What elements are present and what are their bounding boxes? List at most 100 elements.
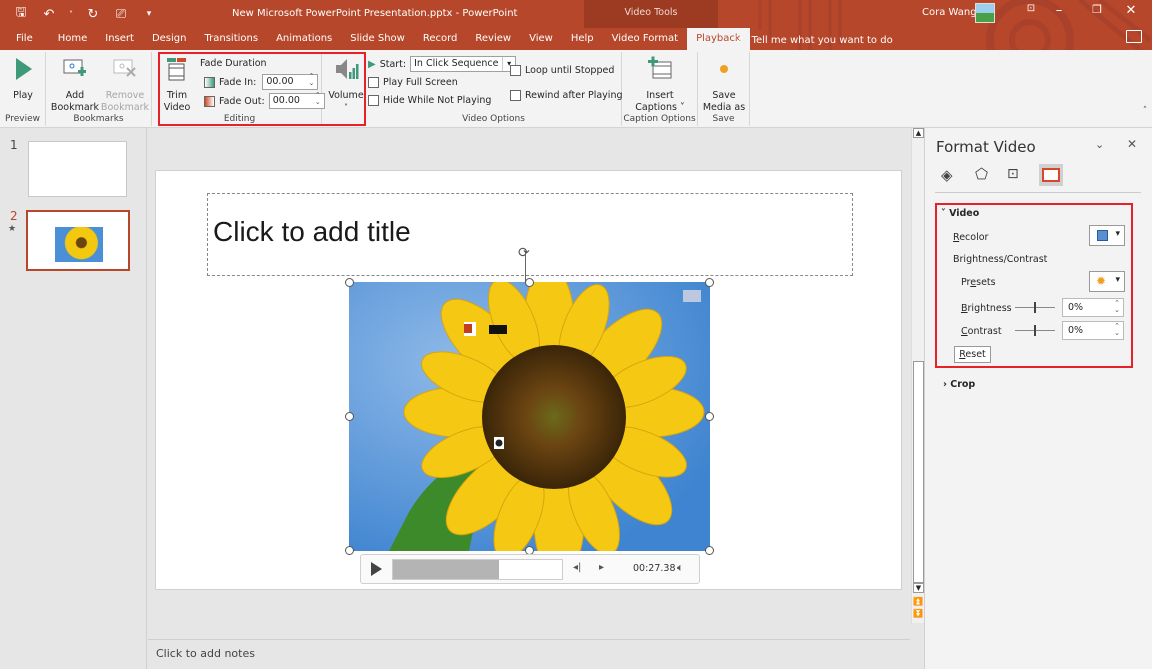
video-play-icon[interactable] bbox=[371, 562, 382, 576]
next-slide-icon[interactable]: ⏬ bbox=[913, 609, 923, 618]
loop-until-stopped-checkbox[interactable]: Loop until Stopped bbox=[510, 65, 614, 76]
fill-line-icon[interactable]: ◈ bbox=[941, 166, 953, 184]
rewind-after-playing-checkbox[interactable]: Rewind after Playing bbox=[510, 90, 623, 101]
add-bookmark-icon bbox=[63, 59, 86, 76]
loop-until-stopped-check[interactable] bbox=[510, 65, 521, 76]
save-icon[interactable]: 🖫 bbox=[12, 3, 30, 25]
sunflower-image bbox=[349, 282, 710, 551]
save-media-icon bbox=[720, 65, 728, 73]
crop-section-header[interactable]: › Crop bbox=[943, 379, 975, 390]
tell-me-search[interactable]: 💡︎ Tell me what you want to do bbox=[734, 28, 893, 50]
close-icon[interactable]: ✕ bbox=[1116, 3, 1146, 18]
slide-editor: Click to add title ⟳ ◂| ▸ 00:27.38 🔈︎ bbox=[148, 128, 910, 638]
redo-icon[interactable]: ↻ bbox=[84, 7, 102, 22]
video-timeline[interactable] bbox=[392, 559, 563, 580]
tab-review[interactable]: Review bbox=[466, 28, 520, 50]
resize-handle-top[interactable] bbox=[525, 278, 534, 287]
hide-while-not-playing-checkbox[interactable]: Hide While Not Playing bbox=[368, 95, 491, 106]
play-full-screen-checkbox[interactable]: Play Full Screen bbox=[368, 77, 458, 88]
tab-design[interactable]: Design bbox=[143, 28, 196, 50]
avatar[interactable] bbox=[975, 3, 995, 23]
tab-animations[interactable]: Animations bbox=[267, 28, 341, 50]
tab-view[interactable]: View bbox=[520, 28, 562, 50]
customize-qat-icon[interactable]: ▾ bbox=[140, 9, 158, 19]
slide-thumbnail-2[interactable] bbox=[26, 210, 130, 271]
fade-in-row: Fade In: 00.00 bbox=[204, 73, 319, 90]
tab-insert[interactable]: Insert bbox=[96, 28, 143, 50]
quick-access-toolbar: 🖫 ↶ ˅ ↻ ⎚ ▾ bbox=[12, 4, 158, 24]
step-back-icon[interactable]: ◂| bbox=[573, 562, 581, 573]
collapse-ribbon-icon[interactable]: ˄ bbox=[1130, 106, 1152, 116]
resize-handle-top-left[interactable] bbox=[345, 278, 354, 287]
video-section-header[interactable]: ˅ Video bbox=[941, 208, 979, 219]
play-full-screen-check[interactable] bbox=[368, 77, 379, 88]
video-frame[interactable] bbox=[349, 282, 710, 551]
scroll-up-icon[interactable]: ▲ bbox=[913, 128, 924, 138]
minimize-icon[interactable]: – bbox=[1044, 3, 1074, 18]
brightness-slider[interactable] bbox=[1015, 302, 1055, 313]
scroll-down-icon[interactable]: ▼ bbox=[913, 583, 924, 593]
resize-handle-right[interactable] bbox=[705, 412, 714, 421]
resize-handle-bottom-left[interactable] bbox=[345, 546, 354, 555]
add-bookmark-button[interactable]: Add Bookmark bbox=[50, 56, 100, 114]
user-name[interactable]: Cora Wang bbox=[922, 7, 977, 18]
resize-handle-bottom-right[interactable] bbox=[705, 546, 714, 555]
contrast-slider[interactable] bbox=[1015, 325, 1055, 336]
title-placeholder[interactable]: Click to add title bbox=[207, 193, 853, 276]
fade-out-input[interactable]: 00.00 bbox=[268, 92, 325, 109]
video-tools-context-label: Video Tools bbox=[584, 0, 718, 28]
save-media-as-button[interactable]: Save Media as bbox=[700, 56, 748, 114]
tab-video-format[interactable]: Video Format bbox=[603, 28, 687, 50]
pane-options-chevron-icon[interactable]: ⌄ bbox=[1095, 138, 1104, 151]
brightness-label: Brightness bbox=[961, 303, 1012, 314]
insert-captions-icon bbox=[648, 56, 672, 79]
hide-while-not-playing-check[interactable] bbox=[368, 95, 379, 106]
slide-thumbnail-1[interactable] bbox=[28, 141, 127, 197]
insert-captions-button[interactable]: Insert Captions ˅ bbox=[628, 56, 692, 114]
step-forward-icon[interactable]: ▸ bbox=[599, 562, 604, 573]
play-button[interactable]: Play bbox=[6, 56, 40, 102]
tab-help[interactable]: Help bbox=[562, 28, 603, 50]
brightness-input[interactable]: 0% bbox=[1062, 298, 1124, 317]
start-select[interactable]: In Click Sequence bbox=[410, 56, 517, 72]
tab-record[interactable]: Record bbox=[414, 28, 467, 50]
group-volume: Volume ˅ bbox=[322, 52, 366, 126]
presenter-icon[interactable]: ⎚ bbox=[112, 7, 130, 22]
pane-close-icon[interactable]: ✕ bbox=[1127, 137, 1137, 151]
scroll-thumb[interactable] bbox=[913, 361, 924, 583]
tab-file[interactable]: File bbox=[0, 28, 49, 50]
resize-handle-top-right[interactable] bbox=[705, 278, 714, 287]
previous-slide-icon[interactable]: ⏫ bbox=[913, 597, 923, 606]
start-row: ▶ Start: In Click Sequence bbox=[368, 56, 517, 72]
effects-icon[interactable]: ⬠ bbox=[975, 165, 988, 183]
vertical-scrollbar[interactable]: ▲ ▼ ⏫ ⏬ bbox=[911, 128, 924, 623]
group-label-save: Save bbox=[712, 114, 735, 124]
trim-video-icon bbox=[167, 58, 186, 81]
ribbon-display-options-icon[interactable]: ⊡ bbox=[1016, 3, 1046, 14]
tab-slide-show[interactable]: Slide Show bbox=[341, 28, 414, 50]
volume-button[interactable]: Volume ˅ bbox=[326, 56, 366, 114]
size-properties-icon[interactable]: ⊡ bbox=[1007, 166, 1019, 182]
video-volume-icon[interactable]: 🔈︎ bbox=[677, 561, 684, 575]
volume-icon bbox=[336, 59, 359, 79]
rewind-after-playing-check[interactable] bbox=[510, 90, 521, 101]
comments-icon[interactable] bbox=[1126, 30, 1142, 43]
fade-in-input[interactable]: 00.00 bbox=[262, 73, 319, 90]
undo-dropdown-icon[interactable]: ˅ bbox=[68, 10, 74, 19]
undo-icon[interactable]: ↶ bbox=[40, 7, 58, 22]
restore-icon[interactable]: ❐ bbox=[1082, 3, 1112, 16]
notes-pane[interactable]: Click to add notes bbox=[148, 639, 910, 669]
reset-button[interactable]: Reset bbox=[954, 346, 991, 363]
trim-video-button[interactable]: Trim Video bbox=[160, 56, 194, 114]
tab-transitions[interactable]: Transitions bbox=[195, 28, 267, 50]
resize-handle-left[interactable] bbox=[345, 412, 354, 421]
presets-dropdown[interactable]: ✹ bbox=[1089, 271, 1125, 292]
group-save: Save Media as Save bbox=[698, 52, 750, 126]
remove-bookmark-button[interactable]: Remove Bookmark bbox=[100, 56, 150, 114]
recolor-dropdown[interactable] bbox=[1089, 225, 1125, 246]
contrast-input[interactable]: 0% bbox=[1062, 321, 1124, 340]
rotate-handle-icon[interactable]: ⟳ bbox=[518, 245, 530, 261]
video-icon[interactable] bbox=[1039, 164, 1063, 186]
animation-star-icon: ★ bbox=[8, 224, 17, 234]
tab-home[interactable]: Home bbox=[49, 28, 97, 50]
